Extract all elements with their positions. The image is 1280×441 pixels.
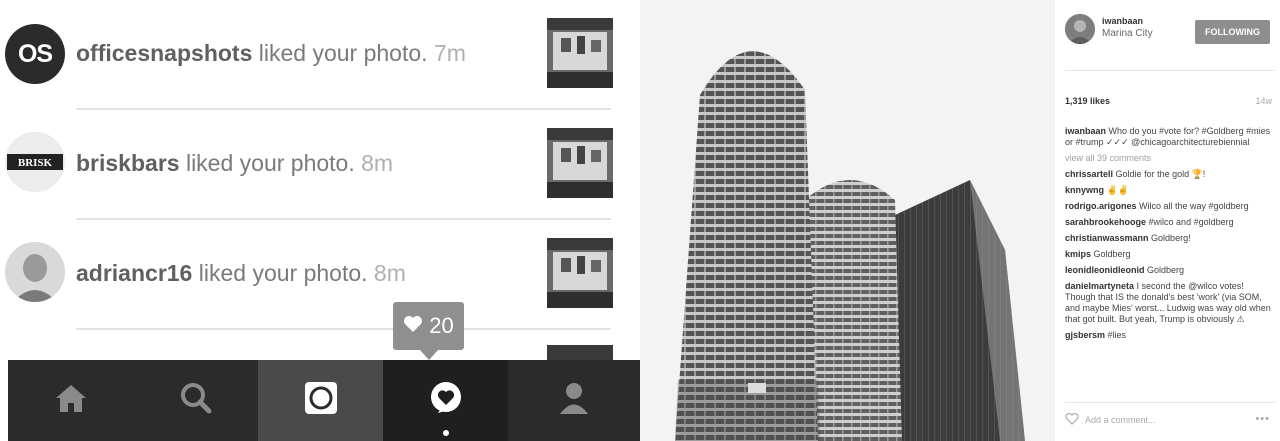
caption: iwanbaan Who do you #vote for? #Goldberg… bbox=[1065, 126, 1273, 148]
comment-username[interactable]: gjsbersm bbox=[1065, 330, 1105, 340]
tab-profile[interactable] bbox=[508, 360, 640, 441]
tab-bar bbox=[8, 360, 640, 441]
comment-username[interactable]: kmips bbox=[1065, 249, 1091, 259]
comments-list: iwanbaan Who do you #vote for? #Goldberg… bbox=[1065, 126, 1273, 346]
comment: chrissartell Goldie for the gold 🏆! bbox=[1065, 169, 1273, 180]
comment-username[interactable]: rodrigo.arigones bbox=[1065, 201, 1137, 211]
comment-username[interactable]: knnywng bbox=[1065, 185, 1104, 195]
comment-username[interactable]: christianwassmann bbox=[1065, 233, 1149, 243]
comment-text: Goldberg bbox=[1093, 249, 1131, 259]
comment: danielmartyneta I second the @wilco vote… bbox=[1065, 281, 1273, 325]
photo-thumbnail[interactable] bbox=[547, 345, 613, 360]
comment-text: #lies bbox=[1107, 330, 1127, 340]
comment: christianwassmann Goldberg! bbox=[1065, 233, 1273, 244]
tab-home[interactable] bbox=[8, 360, 133, 441]
divider bbox=[76, 328, 611, 330]
comment-text: Goldberg! bbox=[1151, 233, 1191, 243]
view-all-comments-link[interactable]: view all 39 comments bbox=[1065, 153, 1273, 164]
photo-thumbnail[interactable] bbox=[547, 238, 613, 308]
notification-username[interactable]: briskbars bbox=[76, 150, 180, 176]
notification-text: officesnapshots liked your photo. 7m bbox=[76, 40, 466, 67]
camera-icon bbox=[304, 381, 338, 420]
comment: sarahbrookehooge #wilco and #goldberg bbox=[1065, 217, 1273, 228]
avatar[interactable]: OS bbox=[5, 24, 65, 84]
avatar-initials: BRISK bbox=[18, 157, 53, 169]
avatar-initials: OS bbox=[17, 39, 53, 68]
post-avatar[interactable] bbox=[1065, 14, 1095, 44]
avatar[interactable]: BRISK bbox=[5, 132, 65, 192]
heart-outline-icon[interactable] bbox=[1065, 412, 1079, 427]
photo-thumbnail[interactable] bbox=[547, 128, 613, 198]
avatar[interactable] bbox=[5, 242, 65, 302]
notification-row[interactable]: OS officesnapshots liked your photo. 7m bbox=[0, 0, 640, 110]
add-comment-field[interactable]: Add a comment... bbox=[1065, 410, 1275, 430]
profile-icon bbox=[559, 381, 589, 420]
marina-city-photo bbox=[640, 0, 1055, 441]
search-icon bbox=[179, 381, 213, 420]
photo-thumbnail[interactable] bbox=[547, 18, 613, 88]
comment-text: #wilco and #goldberg bbox=[1148, 217, 1234, 227]
comment-username[interactable]: danielmartyneta bbox=[1065, 281, 1134, 291]
add-comment-placeholder: Add a comment... bbox=[1085, 415, 1156, 425]
home-icon bbox=[54, 383, 88, 418]
activity-tooltip: 20 bbox=[393, 302, 464, 350]
likes-count[interactable]: 1,319 likes bbox=[1065, 96, 1110, 106]
comment: leonidleonidleonid Goldberg bbox=[1065, 265, 1273, 276]
notification-row[interactable]: BRISK briskbars liked your photo. 8m bbox=[0, 110, 640, 220]
comment: knnywng ✌✌ bbox=[1065, 185, 1273, 196]
comment-username[interactable]: leonidleonidleonid bbox=[1065, 265, 1145, 275]
notification-username[interactable]: officesnapshots bbox=[76, 40, 252, 66]
notification-username[interactable]: adriancr16 bbox=[76, 260, 192, 286]
comment-username[interactable]: iwanbaan bbox=[1065, 126, 1106, 136]
comment-text: ✌✌ bbox=[1106, 185, 1129, 195]
divider bbox=[1065, 70, 1275, 71]
tooltip-arrow bbox=[419, 349, 439, 360]
post-age: 14w bbox=[1255, 96, 1272, 106]
heart-icon bbox=[403, 313, 423, 339]
tab-activity[interactable] bbox=[383, 360, 508, 441]
tab-camera[interactable] bbox=[258, 360, 383, 441]
notification-action: liked your photo. bbox=[198, 260, 368, 286]
notification-action: liked your photo. bbox=[258, 40, 428, 66]
activity-heart-icon bbox=[428, 380, 464, 421]
notification-time: 8m bbox=[361, 150, 394, 176]
post-photo[interactable] bbox=[640, 0, 1055, 441]
comment: gjsbersm #lies bbox=[1065, 330, 1273, 341]
divider bbox=[1065, 402, 1275, 403]
tab-search[interactable] bbox=[133, 360, 258, 441]
comment-text: Wilco all the way #goldberg bbox=[1139, 201, 1249, 211]
following-button[interactable]: FOLLOWING bbox=[1195, 20, 1270, 44]
notification-time: 8m bbox=[373, 260, 406, 286]
comment: kmips Goldberg bbox=[1065, 249, 1273, 260]
comment-username[interactable]: sarahbrookehooge bbox=[1065, 217, 1146, 227]
notification-time: 7m bbox=[433, 40, 466, 66]
more-options-button[interactable]: ••• bbox=[1255, 413, 1270, 425]
tooltip-count: 20 bbox=[429, 313, 454, 338]
notification-row[interactable]: adriancr16 liked your photo. 8m bbox=[0, 220, 640, 330]
notification-text: briskbars liked your photo. 8m bbox=[76, 150, 393, 177]
post-location[interactable]: Marina City bbox=[1102, 28, 1153, 39]
activity-panel: OS officesnapshots liked your photo. 7m bbox=[0, 0, 640, 441]
comment-text: Goldberg bbox=[1147, 265, 1185, 275]
comment-text: Goldie for the gold 🏆! bbox=[1115, 169, 1206, 179]
comment-username[interactable]: chrissartell bbox=[1065, 169, 1113, 179]
notification-text: adriancr16 liked your photo. 8m bbox=[76, 260, 406, 287]
comment: rodrigo.arigones Wilco all the way #gold… bbox=[1065, 201, 1273, 212]
active-indicator bbox=[443, 430, 449, 436]
notification-action: liked your photo. bbox=[185, 150, 355, 176]
post-username[interactable]: iwanbaan bbox=[1102, 16, 1143, 26]
post-details: iwanbaan Marina City FOLLOWING 1,319 lik… bbox=[1055, 0, 1280, 441]
